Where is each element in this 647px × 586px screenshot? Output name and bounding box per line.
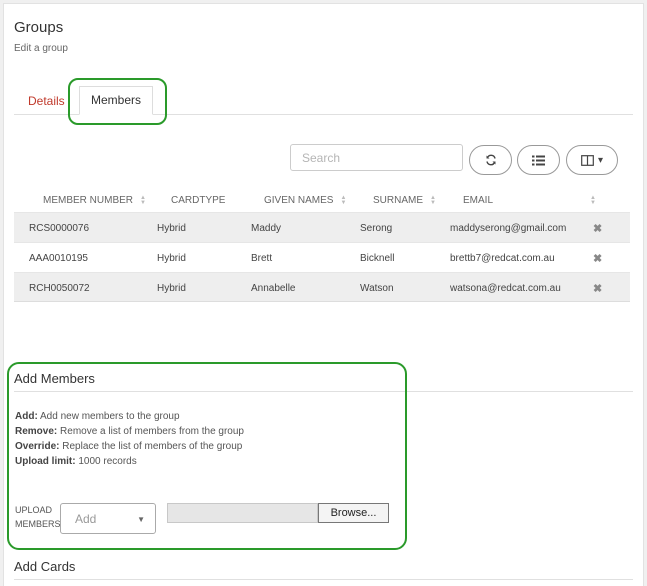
cell-given-names: Brett bbox=[251, 253, 273, 264]
table-row: AAA0010195 Hybrid Brett Bicknell brettb7… bbox=[14, 242, 630, 272]
sort-icon: ▲ ▼ bbox=[430, 194, 436, 206]
delete-row-icon[interactable]: ✖ bbox=[593, 282, 602, 295]
tab-details[interactable]: Details bbox=[28, 94, 65, 108]
delete-row-icon[interactable]: ✖ bbox=[593, 222, 602, 235]
sort-icon: ▲ ▼ bbox=[590, 194, 596, 206]
section-divider bbox=[14, 579, 633, 580]
table-bottom-border bbox=[14, 301, 630, 302]
cell-email: brettb7@redcat.com.au bbox=[450, 253, 555, 264]
sort-icon: ▲ ▼ bbox=[340, 194, 347, 206]
sort-icon: ▲ ▼ bbox=[140, 194, 146, 206]
cell-member-number: RCS0000076 bbox=[29, 223, 90, 234]
cell-cardtype: Hybrid bbox=[157, 223, 186, 234]
table-row: RCS0000076 Hybrid Maddy Serong maddysero… bbox=[14, 212, 630, 242]
table-row: RCH0050072 Hybrid Annabelle Watson watso… bbox=[14, 272, 630, 302]
page-subtitle: Edit a group bbox=[14, 43, 68, 54]
page-title: Groups bbox=[14, 19, 64, 36]
column-header-given-names[interactable]: GIVEN NAMES ▲ ▼ bbox=[264, 194, 347, 207]
cell-surname: Bicknell bbox=[360, 253, 395, 264]
refresh-icon bbox=[485, 154, 496, 166]
add-cards-title: Add Cards bbox=[14, 559, 76, 574]
cell-surname: Serong bbox=[360, 223, 393, 234]
cell-surname: Watson bbox=[360, 283, 394, 294]
delete-row-icon[interactable]: ✖ bbox=[593, 252, 602, 265]
cell-member-number: AAA0010195 bbox=[29, 253, 88, 264]
column-label: MEMBER NUMBER bbox=[43, 195, 134, 206]
cell-member-number: RCH0050072 bbox=[29, 283, 90, 294]
chevron-down-icon: ▾ bbox=[597, 154, 604, 166]
search-input[interactable] bbox=[290, 144, 463, 171]
list-icon bbox=[532, 155, 545, 165]
tab-highlight-annotation bbox=[68, 78, 167, 125]
columns-button[interactable]: ▾ bbox=[566, 145, 618, 175]
column-header-cardtype[interactable]: CARDTYPE bbox=[171, 195, 225, 206]
cell-email: maddyserong@gmail.com bbox=[450, 223, 567, 234]
add-members-highlight-annotation bbox=[7, 362, 407, 550]
column-label: SURNAME bbox=[373, 195, 424, 206]
column-label: CARDTYPE bbox=[171, 195, 226, 206]
column-label: EMAIL bbox=[463, 195, 494, 206]
cell-email: watsona@redcat.com.au bbox=[450, 283, 561, 294]
column-header-member-number[interactable]: MEMBER NUMBER ▲ ▼ bbox=[43, 194, 146, 207]
column-label: GIVEN NAMES bbox=[264, 195, 334, 206]
columns-icon bbox=[581, 154, 594, 166]
cell-cardtype: Hybrid bbox=[157, 253, 186, 264]
column-header-email[interactable]: EMAIL ▲ ▼ bbox=[463, 194, 596, 207]
cell-cardtype: Hybrid bbox=[157, 283, 186, 294]
refresh-button[interactable] bbox=[469, 145, 512, 175]
cell-given-names: Maddy bbox=[251, 223, 282, 234]
column-header-surname[interactable]: SURNAME ▲ ▼ bbox=[373, 194, 436, 207]
table-header: MEMBER NUMBER ▲ ▼ CARDTYPE GIVEN NAMES ▲ ▼… bbox=[14, 192, 630, 212]
list-view-button[interactable] bbox=[517, 145, 560, 175]
cell-given-names: Annabelle bbox=[251, 283, 296, 294]
